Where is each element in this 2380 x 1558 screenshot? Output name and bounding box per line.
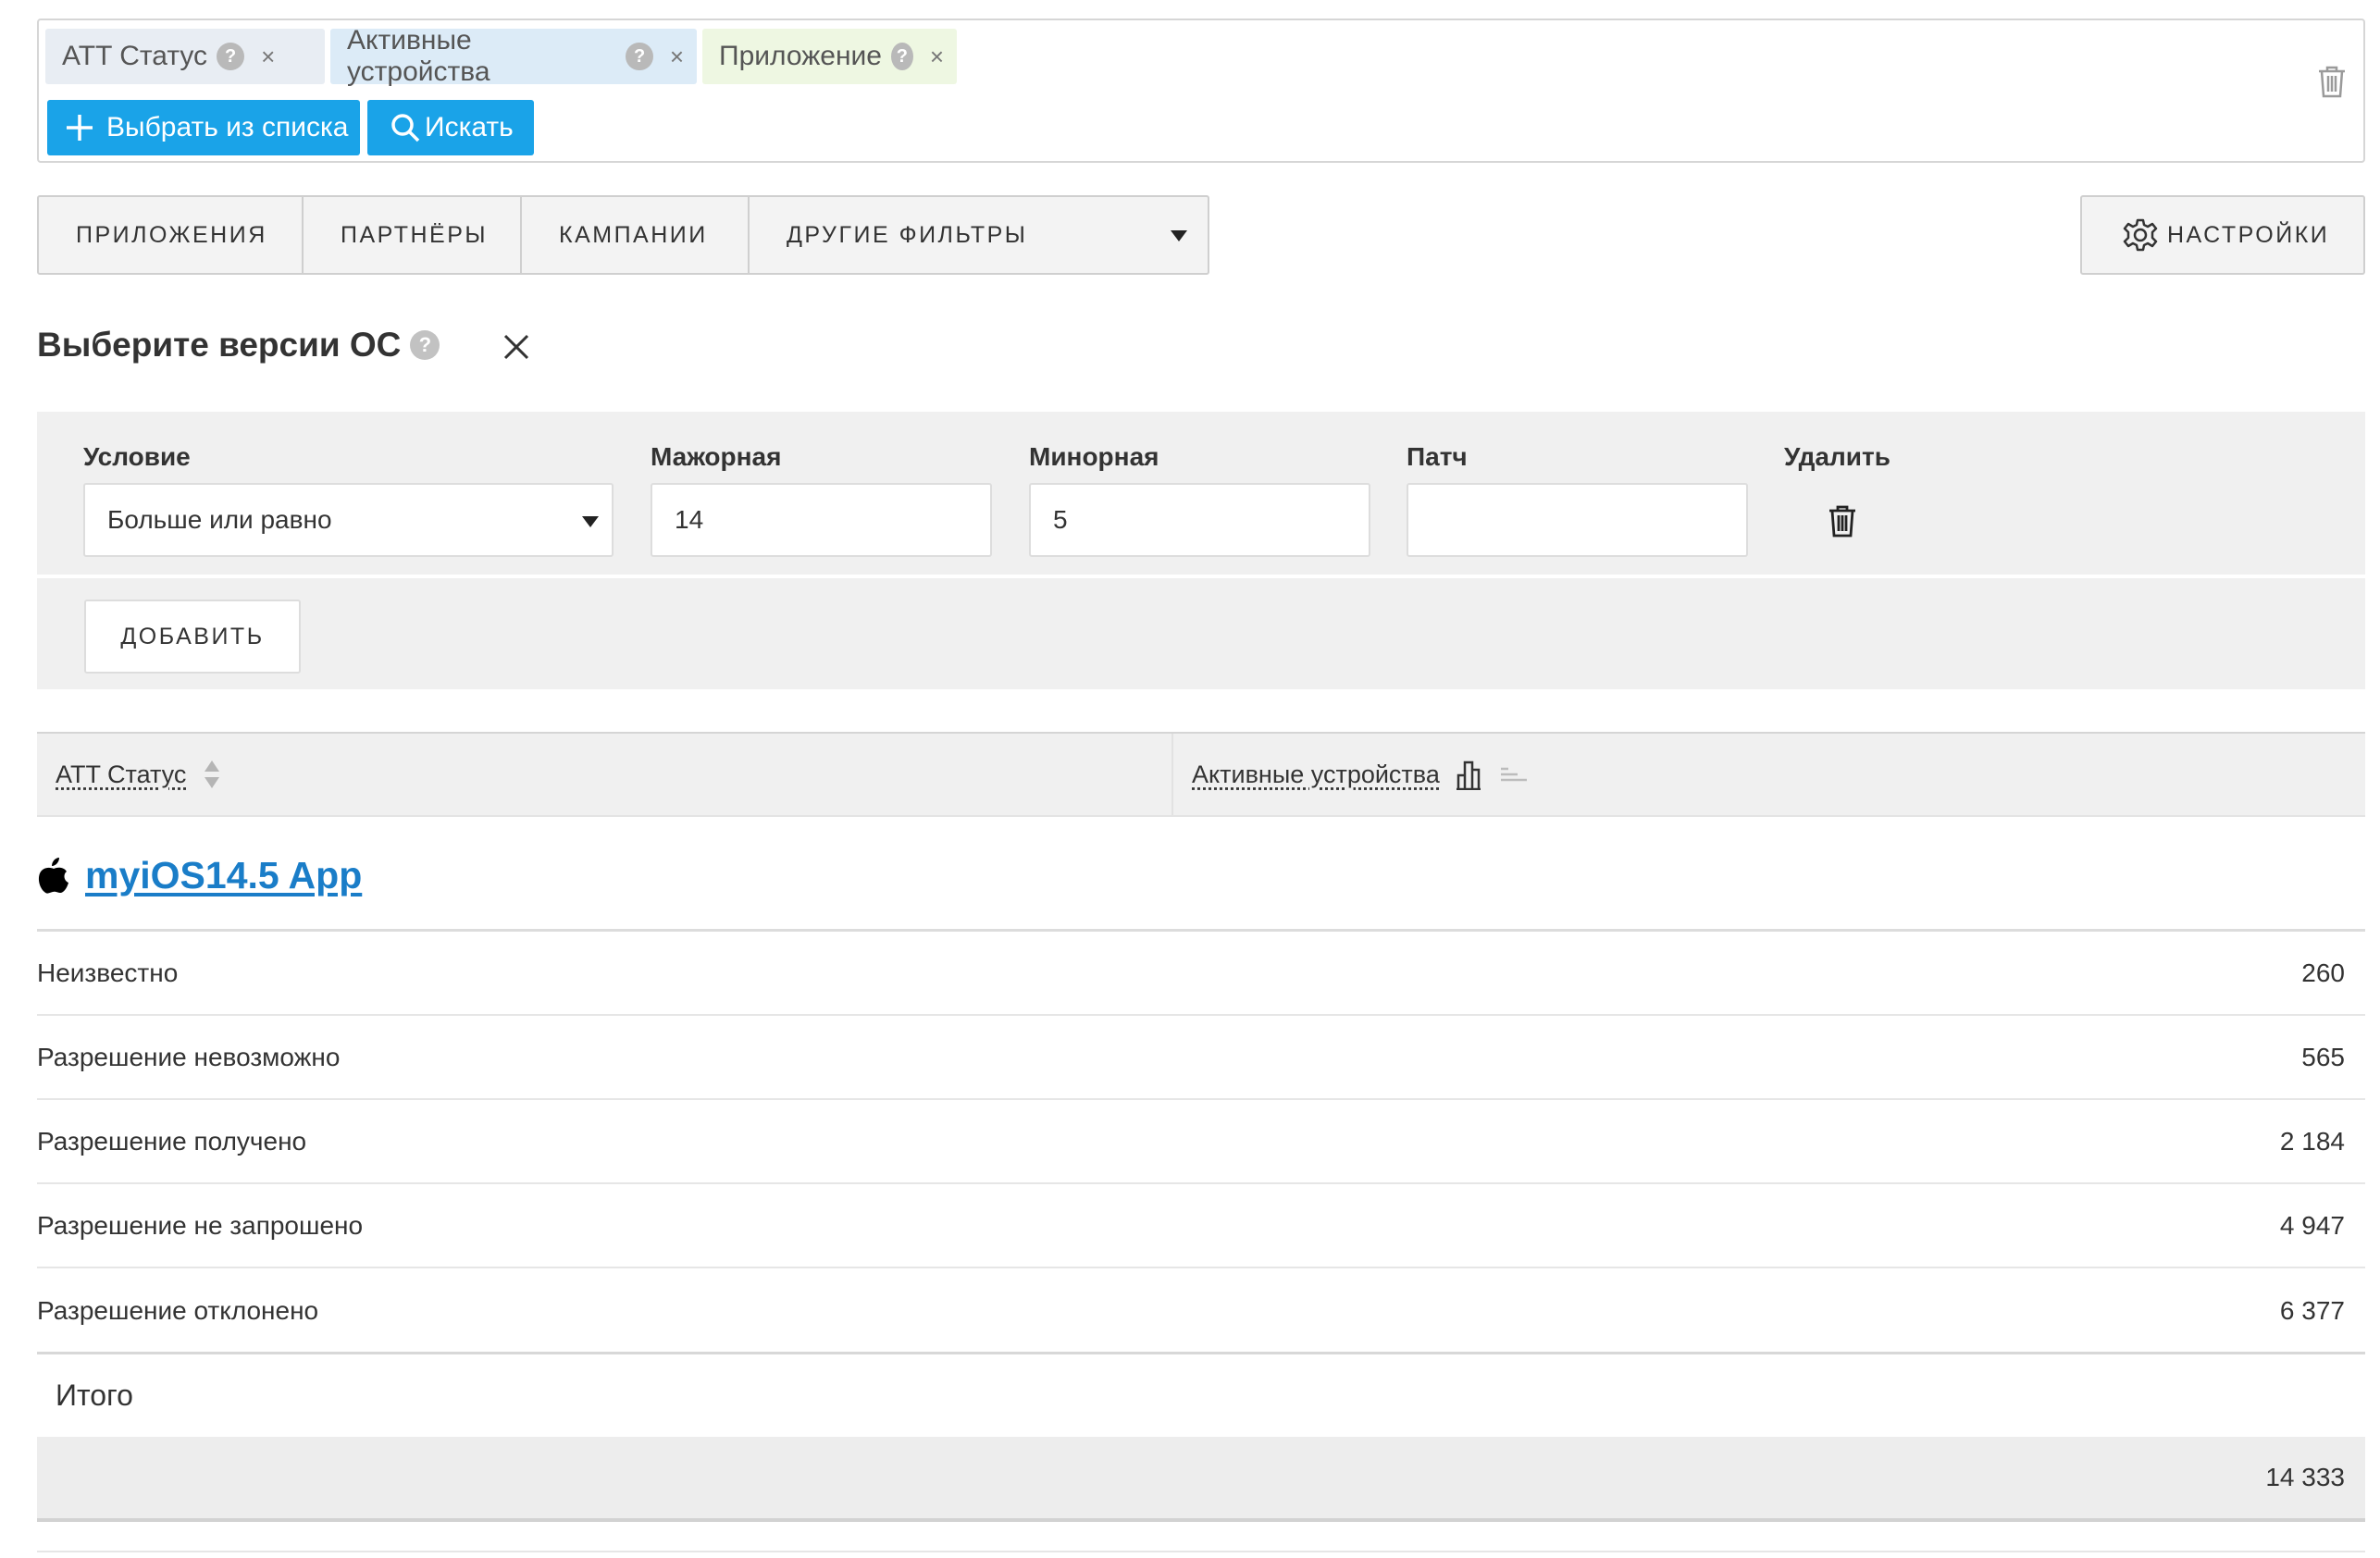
delete-label: Удалить <box>1784 442 1890 471</box>
add-condition-button[interactable]: ДОБАВИТЬ <box>84 600 301 674</box>
tab-label: ДРУГИЕ ФИЛЬТРЫ <box>787 221 1028 248</box>
row-label: Разрешение невозможно <box>37 1042 341 1071</box>
filter-chip-att-status[interactable]: ATT Статус ? × <box>45 29 325 84</box>
grand-total-row: 14 333 <box>37 1437 2365 1522</box>
column-divider <box>1171 734 1173 815</box>
tab-other-filters[interactable]: ДРУГИЕ ФИЛЬТРЫ <box>750 197 1208 273</box>
help-icon[interactable]: ? <box>410 330 440 360</box>
row-label: Разрешение получено <box>37 1126 307 1156</box>
filter-box: ATT Статус ? × Активные устройства ? × П… <box>37 19 2365 163</box>
row-value: 4 947 <box>2279 1210 2345 1240</box>
gear-icon <box>2123 218 2158 252</box>
tab-label: ПРИЛОЖЕНИЯ <box>76 221 267 248</box>
major-value: 14 <box>675 505 704 534</box>
table-bottom-divider <box>37 1551 2365 1552</box>
table-row: Разрешение получено 2 184 <box>37 1100 2365 1184</box>
column-header-label: Активные устройства <box>1192 760 1440 788</box>
condition-label: Условие <box>83 442 191 471</box>
panel-divider <box>37 575 2365 578</box>
tab-label: ПАРТНЁРЫ <box>341 221 489 248</box>
app-name-link[interactable]: myiOS14.5 App <box>85 854 362 897</box>
bar-chart-icon[interactable] <box>1455 759 1482 790</box>
close-icon[interactable] <box>502 333 530 361</box>
minor-label: Минорная <box>1029 442 1159 471</box>
chip-label: Приложение <box>719 41 882 71</box>
row-value: 565 <box>2301 1042 2345 1071</box>
tab-applications[interactable]: ПРИЛОЖЕНИЯ <box>39 197 304 273</box>
row-value: 260 <box>2301 958 2345 987</box>
row-label: Разрешение не запрошено <box>37 1210 364 1240</box>
select-from-list-button[interactable]: Выбрать из списка <box>47 100 360 155</box>
total-label: Итого <box>56 1379 133 1412</box>
table-row: Разрешение не запрошено 4 947 <box>37 1184 2365 1268</box>
os-filter-title-row: Выберите версии ОС ? <box>37 326 440 365</box>
row-value: 2 184 <box>2279 1126 2345 1156</box>
settings-label: НАСТРОЙКИ <box>2167 221 2330 248</box>
condition-value: Больше или равно <box>107 505 332 534</box>
apple-icon <box>38 858 68 894</box>
chip-label: ATT Статус <box>62 41 208 71</box>
column-header-active-devices[interactable]: Активные устройства <box>1192 734 1529 815</box>
table-row: Неизвестно 260 <box>37 932 2365 1016</box>
major-version-input[interactable]: 14 <box>651 483 992 557</box>
trash-icon[interactable] <box>2317 65 2347 98</box>
close-icon[interactable]: × <box>930 43 944 71</box>
total-row: Итого <box>37 1352 2365 1437</box>
sort-lines-icon[interactable] <box>1499 765 1529 784</box>
major-label: Мажорная <box>651 442 782 471</box>
table-row: Разрешение невозможно 565 <box>37 1016 2365 1100</box>
search-button-label: Искать <box>425 112 514 142</box>
tab-label: КАМПАНИИ <box>559 221 708 248</box>
filter-chip-application[interactable]: Приложение ? × <box>702 29 957 84</box>
minor-value: 5 <box>1053 505 1068 534</box>
caret-down-icon <box>582 516 599 527</box>
chip-label: Активные устройства <box>347 25 490 87</box>
app-group-header: myiOS14.5 App <box>37 847 362 904</box>
plus-icon <box>67 115 93 141</box>
column-header-att-status[interactable]: ATT Статус <box>56 734 220 815</box>
close-icon[interactable]: × <box>261 43 275 71</box>
patch-label: Патч <box>1407 442 1468 471</box>
select-button-label: Выбрать из списка <box>106 112 349 142</box>
add-button-label: ДОБАВИТЬ <box>120 623 265 649</box>
filter-chip-active-devices[interactable]: Активные устройства ? × <box>330 25 697 87</box>
tab-campaigns[interactable]: КАМПАНИИ <box>522 197 750 273</box>
search-button[interactable]: Искать <box>367 100 534 155</box>
table-header: ATT Статус Активные устройства <box>37 732 2365 817</box>
minor-version-input[interactable]: 5 <box>1029 483 1370 557</box>
column-header-label: ATT Статус <box>56 760 187 788</box>
patch-version-input[interactable] <box>1407 483 1748 557</box>
os-filter-title: Выберите версии ОС <box>37 326 402 364</box>
caret-down-icon <box>1171 230 1187 241</box>
help-icon[interactable]: ? <box>890 43 913 70</box>
tab-partners[interactable]: ПАРТНЁРЫ <box>304 197 522 273</box>
condition-select[interactable]: Больше или равно <box>83 483 614 557</box>
table-row: Разрешение отклонено 6 377 <box>37 1268 2365 1353</box>
total-value: 14 333 <box>2265 1463 2345 1491</box>
help-icon[interactable]: ? <box>626 43 653 70</box>
row-value: 6 377 <box>2279 1295 2345 1325</box>
row-label: Неизвестно <box>37 958 179 987</box>
settings-button[interactable]: НАСТРОЙКИ <box>2080 195 2365 275</box>
close-icon[interactable]: × <box>670 43 684 71</box>
row-label: Разрешение отклонено <box>37 1295 319 1325</box>
help-icon[interactable]: ? <box>217 43 245 70</box>
search-icon <box>391 114 420 142</box>
trash-icon[interactable] <box>1828 504 1857 538</box>
sort-icon[interactable] <box>205 760 220 788</box>
filter-tabs: ПРИЛОЖЕНИЯ ПАРТНЁРЫ КАМПАНИИ ДРУГИЕ ФИЛЬ… <box>37 195 1209 275</box>
